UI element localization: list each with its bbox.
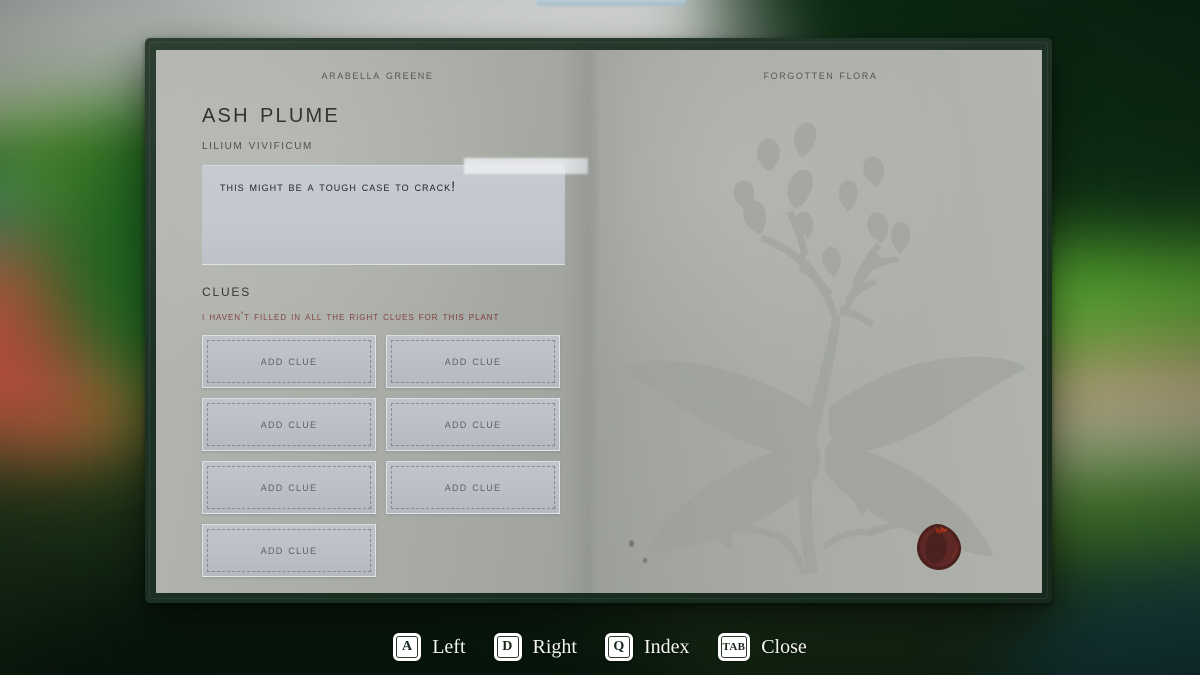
add-clue-label: Add clue bbox=[444, 480, 502, 495]
key-tab-icon[interactable]: TAB bbox=[717, 633, 751, 661]
add-clue-button[interactable]: Add clue bbox=[386, 397, 560, 451]
plant-illustration bbox=[599, 92, 1042, 593]
add-clue-button[interactable]: Add clue bbox=[202, 460, 376, 514]
add-clue-label: Add clue bbox=[260, 543, 318, 558]
seed-pod-icon[interactable] bbox=[915, 522, 963, 572]
control-hints-bar: A Left D Right Q Index TAB Close bbox=[0, 633, 1200, 661]
clue-grid: Add clue Add clue Add clue Add clue Add bbox=[202, 334, 560, 577]
book-pages: Arabella Greene Ash Plume Lilium vivific… bbox=[156, 50, 1042, 593]
key-a-icon[interactable]: A bbox=[393, 633, 422, 661]
plant-silhouette-icon bbox=[618, 122, 1027, 575]
control-label-index: Index bbox=[643, 636, 690, 658]
clues-heading: Clues bbox=[202, 280, 252, 300]
control-label-close: Close bbox=[761, 636, 807, 658]
add-clue-button[interactable]: Add clue bbox=[386, 460, 560, 514]
right-page-header: Forgotten Flora bbox=[763, 68, 878, 82]
key-a-label: A bbox=[401, 639, 413, 654]
note-box[interactable]: This might be a tough case to crack! bbox=[202, 157, 588, 265]
note-highlight bbox=[464, 157, 588, 174]
add-clue-label: Add clue bbox=[444, 354, 502, 369]
left-page-content: Ash Plume Lilium vivificum This might be… bbox=[156, 82, 599, 577]
left-page: Arabella Greene Ash Plume Lilium vivific… bbox=[156, 50, 599, 593]
key-q-label: Q bbox=[613, 639, 625, 654]
right-page: Forgotten Flora bbox=[599, 50, 1042, 593]
top-hud-sliver bbox=[536, 0, 686, 6]
add-clue-button[interactable]: Add clue bbox=[202, 397, 376, 451]
add-clue-label: Add clue bbox=[260, 354, 318, 369]
add-clue-button[interactable]: Add clue bbox=[202, 523, 376, 577]
control-hint-close[interactable]: TAB Close bbox=[717, 633, 807, 661]
add-clue-button[interactable]: Add clue bbox=[202, 334, 376, 388]
game-screen: Arabella Greene Ash Plume Lilium vivific… bbox=[0, 0, 1200, 675]
seed-pod-shape bbox=[917, 524, 962, 570]
add-clue-button[interactable]: Add clue bbox=[386, 334, 560, 388]
key-d-icon[interactable]: D bbox=[493, 633, 522, 661]
key-tab-label: TAB bbox=[722, 640, 746, 653]
add-clue-label: Add clue bbox=[260, 417, 318, 432]
page-title: Ash Plume bbox=[202, 97, 340, 129]
control-hint-right[interactable]: D Right bbox=[493, 633, 577, 661]
clues-warning-text: I haven't filled in all the right clues … bbox=[202, 310, 500, 323]
page-speck bbox=[629, 540, 634, 547]
key-d-label: D bbox=[502, 639, 513, 654]
control-label-right: Right bbox=[532, 636, 577, 658]
control-label-left: Left bbox=[432, 636, 466, 658]
journal-book: Arabella Greene Ash Plume Lilium vivific… bbox=[145, 38, 1052, 603]
control-hint-left[interactable]: A Left bbox=[393, 633, 466, 661]
left-page-header: Arabella Greene bbox=[321, 68, 434, 82]
add-clue-label: Add clue bbox=[260, 480, 318, 495]
add-clue-label: Add clue bbox=[444, 417, 502, 432]
plant-latin-name: Lilium vivificum bbox=[202, 136, 313, 153]
control-hint-index[interactable]: Q Index bbox=[604, 633, 690, 661]
page-speck bbox=[643, 558, 647, 563]
key-q-icon[interactable]: Q bbox=[604, 633, 633, 661]
